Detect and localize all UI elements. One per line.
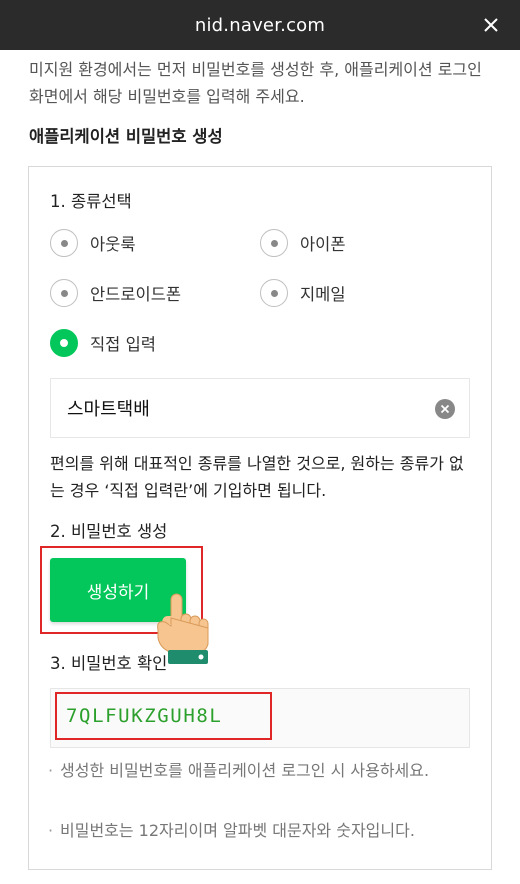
radio-circle [260, 279, 288, 307]
radio-gmail[interactable]: 지메일 [260, 278, 346, 308]
custom-type-value: 스마트택배 [67, 399, 150, 420]
password-note: 비밀번호는 12자리이며 알파벳 대문자와 숫자입니다. [48, 818, 468, 844]
custom-type-input[interactable]: 스마트택배 [50, 378, 470, 438]
radio-label: 직접 입력 [90, 335, 156, 354]
radio-label: 아웃룩 [90, 235, 136, 254]
radio-circle [50, 229, 78, 257]
radio-outlook[interactable]: 아웃룩 [50, 228, 136, 258]
browser-topbar: nid.naver.com [0, 0, 520, 50]
type-help-text: 편의를 위해 대표적인 종류를 나열한 것으로, 원하는 종류가 없는 경우 ‘… [50, 454, 464, 500]
step3-title: 3. 비밀번호 확인 [50, 654, 168, 673]
page-url: nid.naver.com [194, 14, 326, 36]
section-title: 애플리케이션 비밀번호 생성 [29, 127, 223, 146]
radio-android[interactable]: 안드로이드폰 [50, 278, 181, 308]
step1-title: 1. 종류선택 [50, 192, 132, 211]
radio-circle [50, 279, 78, 307]
radio-iphone[interactable]: 아이폰 [260, 228, 346, 258]
intro-text: 미지원 환경에서는 먼저 비밀번호를 생성한 후, 애플리케이션 로그인 화면에… [29, 60, 482, 106]
radio-label: 아이폰 [300, 235, 346, 254]
generated-password[interactable]: 7QLFUKZGUH8L [66, 705, 222, 727]
clear-icon[interactable] [435, 399, 455, 419]
password-note: 생성한 비밀번호를 애플리케이션 로그인 시 사용하세요. [48, 758, 468, 784]
radio-custom-input[interactable]: 직접 입력 [50, 328, 156, 358]
radio-circle-checked [50, 329, 78, 357]
radio-label: 지메일 [300, 285, 346, 304]
step2-title: 2. 비밀번호 생성 [50, 522, 168, 541]
close-icon[interactable] [478, 12, 504, 38]
radio-label: 안드로이드폰 [90, 285, 182, 304]
radio-circle [260, 229, 288, 257]
